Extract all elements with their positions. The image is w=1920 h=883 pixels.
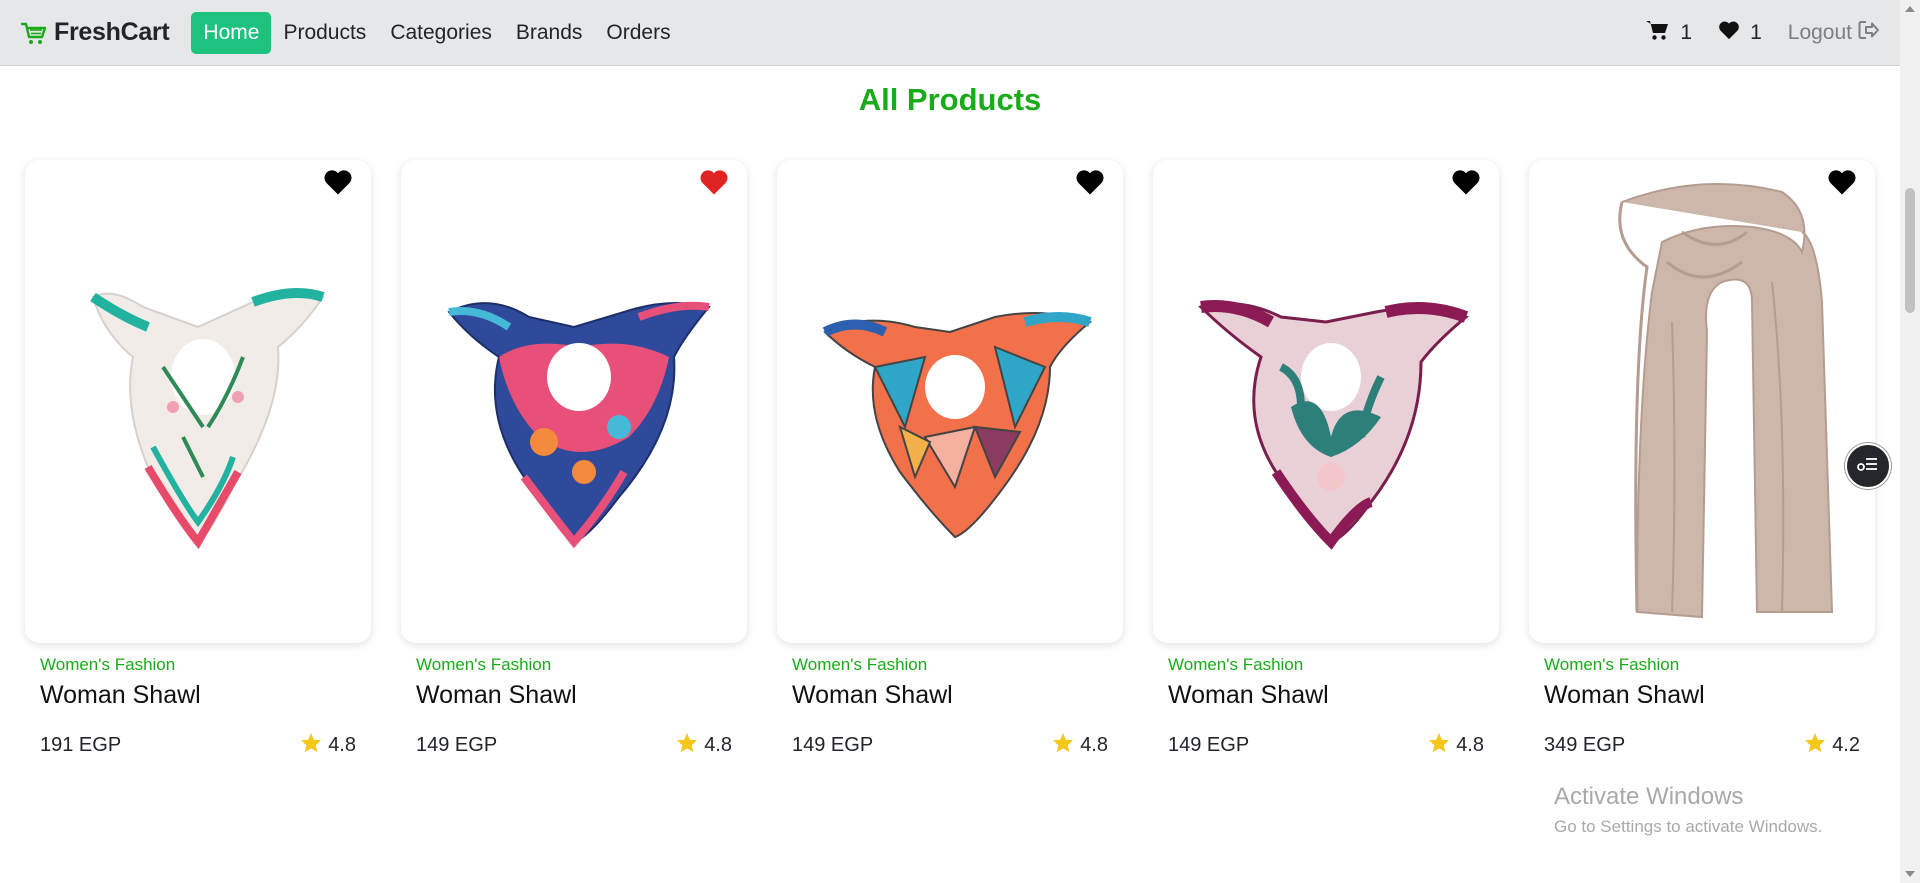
nav-link-categories[interactable]: Categories bbox=[378, 12, 504, 54]
product-image[interactable] bbox=[401, 160, 747, 643]
cart-link[interactable]: 1 bbox=[1646, 19, 1692, 47]
product-name[interactable]: Woman Shawl bbox=[40, 681, 356, 710]
product-rating: 4.8 bbox=[1428, 732, 1484, 759]
toggle-list-icon bbox=[1857, 456, 1879, 477]
star-icon bbox=[300, 732, 322, 759]
product-name[interactable]: Woman Shawl bbox=[416, 681, 732, 710]
product-info: Women's Fashion Woman Shawl 149 EGP 4.8 bbox=[777, 655, 1123, 759]
product-info: Women's Fashion Woman Shawl 349 EGP 4.2 bbox=[1529, 655, 1875, 759]
product-card[interactable]: Women's Fashion Woman Shawl 191 EGP 4.8 bbox=[25, 160, 371, 759]
product-card[interactable]: Women's Fashion Woman Shawl 149 EGP 4.8 bbox=[401, 160, 747, 759]
product-meta: 191 EGP 4.8 bbox=[40, 732, 356, 759]
product-name[interactable]: Woman Shawl bbox=[1168, 681, 1484, 710]
rating-value: 4.2 bbox=[1832, 734, 1860, 756]
product-card[interactable]: Women's Fashion Woman Shawl 349 EGP 4.2 bbox=[1529, 160, 1875, 759]
product-image[interactable] bbox=[1153, 160, 1499, 643]
product-image[interactable] bbox=[777, 160, 1123, 643]
product-price: 149 EGP bbox=[792, 734, 874, 756]
product-category: Women's Fashion bbox=[792, 655, 928, 674]
heart-icon bbox=[1718, 20, 1740, 46]
logout-label: Logout bbox=[1787, 20, 1852, 44]
accessibility-menu-button[interactable] bbox=[1845, 443, 1891, 489]
brand-name: FreshCart bbox=[54, 18, 170, 46]
cart-count: 1 bbox=[1680, 20, 1693, 44]
page-scrollbar[interactable] bbox=[1900, 0, 1920, 883]
star-icon bbox=[1052, 732, 1074, 759]
nav-link-brands[interactable]: Brands bbox=[504, 12, 595, 54]
product-image[interactable] bbox=[1529, 160, 1875, 643]
windows-activation-watermark: Activate Windows Go to Settings to activ… bbox=[1554, 783, 1822, 837]
brand-logo[interactable]: FreshCart bbox=[20, 18, 170, 47]
product-rating: 4.2 bbox=[1804, 732, 1860, 759]
magenta-scarf-image bbox=[1198, 299, 1469, 550]
cart-icon bbox=[20, 19, 48, 47]
logout-link[interactable]: Logout bbox=[1788, 20, 1880, 46]
product-image[interactable] bbox=[25, 160, 371, 643]
star-icon bbox=[1804, 732, 1826, 759]
product-category: Women's Fashion bbox=[40, 655, 176, 674]
wishlist-heart-icon[interactable] bbox=[1827, 168, 1857, 196]
rating-value: 4.8 bbox=[1080, 734, 1108, 756]
cart-icon bbox=[1646, 19, 1670, 47]
product-price: 149 EGP bbox=[1168, 734, 1250, 756]
product-rating: 4.8 bbox=[300, 732, 356, 759]
nav-actions: 1 1 Logout bbox=[1646, 19, 1880, 47]
product-price: 349 EGP bbox=[1544, 734, 1626, 756]
product-info: Women's Fashion Woman Shawl 191 EGP 4.8 bbox=[25, 655, 371, 759]
product-name[interactable]: Woman Shawl bbox=[792, 681, 1108, 710]
wishlist-link[interactable]: 1 bbox=[1718, 20, 1762, 46]
wishlist-heart-icon[interactable] bbox=[699, 168, 729, 196]
logout-icon bbox=[1858, 20, 1880, 46]
scroll-down-arrow-icon[interactable] bbox=[1905, 871, 1915, 877]
product-category: Women's Fashion bbox=[1168, 655, 1304, 674]
rating-value: 4.8 bbox=[328, 734, 356, 756]
wishlist-heart-icon[interactable] bbox=[1075, 168, 1105, 196]
page-title: All Products bbox=[858, 82, 1042, 117]
product-card[interactable]: Women's Fashion Woman Shawl 149 EGP 4.8 bbox=[1153, 160, 1499, 759]
product-name[interactable]: Woman Shawl bbox=[1544, 681, 1860, 710]
product-rating: 4.8 bbox=[1052, 732, 1108, 759]
nav-link-orders[interactable]: Orders bbox=[594, 12, 682, 54]
scroll-up-arrow-icon[interactable] bbox=[1905, 6, 1915, 12]
watermark-title: Activate Windows bbox=[1554, 783, 1744, 810]
multicolor-scarf-image bbox=[447, 301, 711, 548]
product-price: 149 EGP bbox=[416, 734, 498, 756]
wishlist-heart-icon[interactable] bbox=[323, 168, 353, 196]
product-info: Women's Fashion Woman Shawl 149 EGP 4.8 bbox=[1153, 655, 1499, 759]
beige-long-scarf-image bbox=[1618, 182, 1834, 618]
product-rating: 4.8 bbox=[676, 732, 732, 759]
product-category: Women's Fashion bbox=[1544, 655, 1680, 674]
rating-value: 4.8 bbox=[1456, 734, 1484, 756]
scrollbar-thumb[interactable] bbox=[1905, 188, 1915, 313]
product-meta: 149 EGP 4.8 bbox=[416, 732, 732, 759]
product-category: Women's Fashion bbox=[416, 655, 552, 674]
product-info: Women's Fashion Woman Shawl 149 EGP 4.8 bbox=[401, 655, 747, 759]
product-card[interactable]: Women's Fashion Woman Shawl 149 EGP 4.8 bbox=[777, 160, 1123, 759]
star-icon bbox=[1428, 732, 1450, 759]
product-meta: 149 EGP 4.8 bbox=[1168, 732, 1484, 759]
navbar: FreshCart Home Products Categories Brand… bbox=[0, 0, 1900, 66]
floral-scarf-image bbox=[90, 287, 325, 549]
star-icon bbox=[676, 732, 698, 759]
geometric-scarf-image bbox=[822, 311, 1093, 538]
wishlist-count: 1 bbox=[1750, 20, 1762, 44]
product-meta: 149 EGP 4.8 bbox=[792, 732, 1108, 759]
wishlist-heart-icon[interactable] bbox=[1451, 168, 1481, 196]
watermark-subtitle: Go to Settings to activate Windows. bbox=[1554, 817, 1823, 836]
product-meta: 349 EGP 4.2 bbox=[1544, 732, 1860, 759]
product-grid: Women's Fashion Woman Shawl 191 EGP 4.8 bbox=[25, 160, 1875, 759]
rating-value: 4.8 bbox=[704, 734, 732, 756]
product-price: 191 EGP bbox=[40, 734, 122, 756]
nav-link-home[interactable]: Home bbox=[191, 11, 272, 54]
nav-link-products[interactable]: Products bbox=[271, 12, 378, 54]
